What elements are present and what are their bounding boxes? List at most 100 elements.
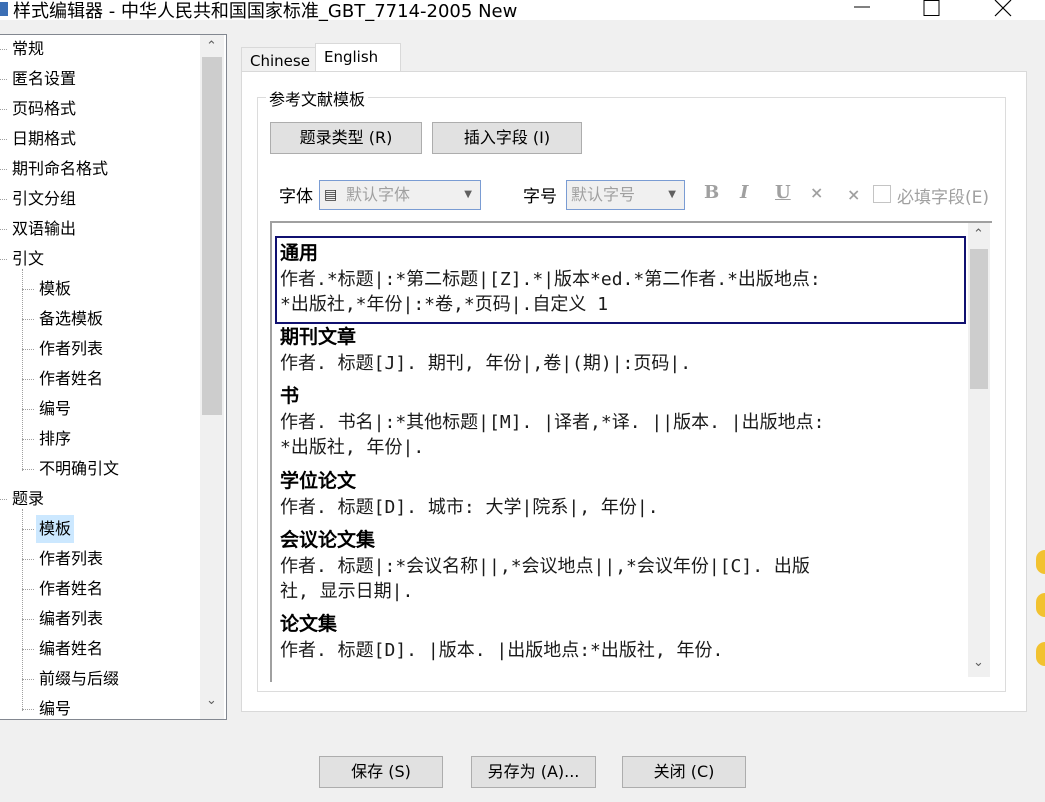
required-field-label: 必填字段(E) [897,188,990,208]
tree-item[interactable]: 前缀与后缀 [36,665,122,693]
font-label: 字体 [279,187,313,207]
close-button[interactable]: 关闭 (C) [622,756,746,788]
entry-template-line: *出版社, 年份|. [280,437,425,458]
tree-connector [0,169,7,170]
tree-connector [22,289,34,290]
app-icon [0,2,8,16]
insert-field-button[interactable]: 插入字段 (I) [432,122,582,154]
entry-title: 学位论文 [280,470,357,492]
chevron-down-icon: ▼ [464,189,472,200]
settings-tree[interactable]: ⌃ ⌄ 常规 匿名设置 页码格式 日期格式 期刊命名格式 引文分组 双语输出 引文 模板 备选模板… [0,34,227,720]
subscript-button[interactable]: × [847,185,860,204]
tree-item[interactable]: 编者列表 [36,605,106,633]
entry-template-line: 作者. 标题[D]. |版本. |出版地点:*出版社, 年份. [280,640,724,661]
required-field-checkbox[interactable] [873,185,891,203]
emoji-icon [1036,550,1045,574]
tree-connector [0,199,7,200]
tree-item[interactable]: 期刊命名格式 [9,155,111,183]
entry-title: 期刊文章 [280,326,357,348]
entry-template-line: 作者. 标题[D]. 城市: 大学|院系|, 年份|. [280,497,659,518]
tree-item[interactable]: 引文分组 [9,185,79,213]
font-combo-value: 默认字体 [346,185,411,204]
italic-button[interactable]: I [740,182,748,203]
close-icon [994,0,1012,17]
tree-item[interactable]: 日期格式 [9,125,79,153]
tree-connector [22,439,34,440]
title-bar: 样式编辑器 - 中华人民共和国国家标准_GBT_7714-2005 New [0,0,1045,22]
tree-item[interactable]: 编号 [36,395,74,423]
tree-item[interactable]: 题录 [9,485,47,513]
tree-connector [22,379,34,380]
editor-scrollbar[interactable]: ⌃ ⌄ [968,223,990,680]
tree-item[interactable]: 作者列表 [36,545,106,573]
tree-item[interactable]: 编号 [36,695,74,719]
maximize-icon [923,0,940,16]
tree-item[interactable]: 双语输出 [9,215,79,243]
tree-item[interactable]: 匿名设置 [9,65,79,93]
window-title: 样式编辑器 - 中华人民共和国国家标准_GBT_7714-2005 New [13,1,518,22]
superscript-button[interactable]: × [810,183,823,202]
editor-scroll-thumb[interactable] [970,249,988,389]
selected-entry-highlight [275,236,966,324]
tree-connector [22,469,34,470]
close-window-button[interactable] [978,0,1028,20]
tree-scroll-thumb[interactable] [202,57,222,415]
tree-item[interactable]: 常规 [9,35,47,63]
tree-connector [0,229,7,230]
tree-item[interactable]: 编者姓名 [36,635,106,663]
tree-connector [22,509,23,711]
entry-title: 论文集 [280,613,338,635]
tree-item[interactable]: 排序 [36,425,74,453]
tree-item[interactable]: 不明确引文 [36,455,122,483]
tree-connector [0,139,7,140]
tree-connector [22,409,34,410]
minimize-icon [854,6,870,8]
chevron-down-icon: ▼ [668,189,676,200]
size-combo[interactable]: 默认字号 ▼ [566,180,685,210]
tree-item[interactable]: 模板 [36,275,74,303]
entry-template-line: 作者. 书名|:*其他标题|[M]. |译者,*译. ||版本. |出版地点: [280,412,825,433]
tree-item[interactable]: 引文 [9,245,47,273]
font-icon: ▤ [324,187,338,203]
emoji-icon [1036,593,1045,617]
scroll-up-icon[interactable]: ⌃ [970,227,987,242]
editor-bottom-cover [272,677,992,691]
tree-item[interactable]: 模板 [36,515,75,543]
tree-item[interactable]: 作者姓名 [36,365,106,393]
entry-template-line: 作者. 标题|:*会议名称||,*会议地点||,*会议年份|[C]. 出版 [280,556,810,577]
minimize-button[interactable] [838,0,888,20]
tree-connector [0,259,7,260]
reference-type-button[interactable]: 题录类型 (R) [270,122,422,154]
bold-button[interactable]: B [704,182,719,203]
tree-connector [22,619,34,620]
tree-connector [22,649,34,650]
save-as-button[interactable]: 另存为 (A)... [471,756,596,788]
tree-connector [0,109,7,110]
tree-item[interactable]: 页码格式 [9,95,79,123]
tree-connector [0,79,7,80]
save-button[interactable]: 保存 (S) [319,756,443,788]
scroll-down-icon[interactable]: ⌄ [203,693,220,708]
tree-connector [22,319,34,320]
entry-title: 书 [280,385,300,407]
scroll-up-icon[interactable]: ⌃ [203,39,220,54]
tree-connector [0,499,7,500]
group-legend: 参考文献模板 [266,86,369,110]
tree-scrollbar[interactable]: ⌃ ⌄ [200,35,224,719]
scroll-down-icon[interactable]: ⌄ [970,655,987,670]
tab-english[interactable]: English [315,43,401,73]
tree-connector [22,349,34,350]
tree-connector [22,559,34,560]
underline-button[interactable]: U [775,182,791,203]
tree-item[interactable]: 备选模板 [36,305,106,333]
font-combo[interactable]: ▤ 默认字体 ▼ [319,180,481,210]
tree-connector [0,49,7,50]
tree-item[interactable]: 作者列表 [36,335,106,363]
size-label: 字号 [523,187,557,207]
size-combo-value: 默认字号 [571,185,636,204]
tree-connector [22,269,23,471]
tree-item[interactable]: 作者姓名 [36,575,106,603]
maximize-button[interactable] [906,0,956,20]
tree-connector [22,529,34,530]
entry-template-line: 作者. 标题[J]. 期刊, 年份|,卷|(期)|:页码|. [280,353,692,374]
